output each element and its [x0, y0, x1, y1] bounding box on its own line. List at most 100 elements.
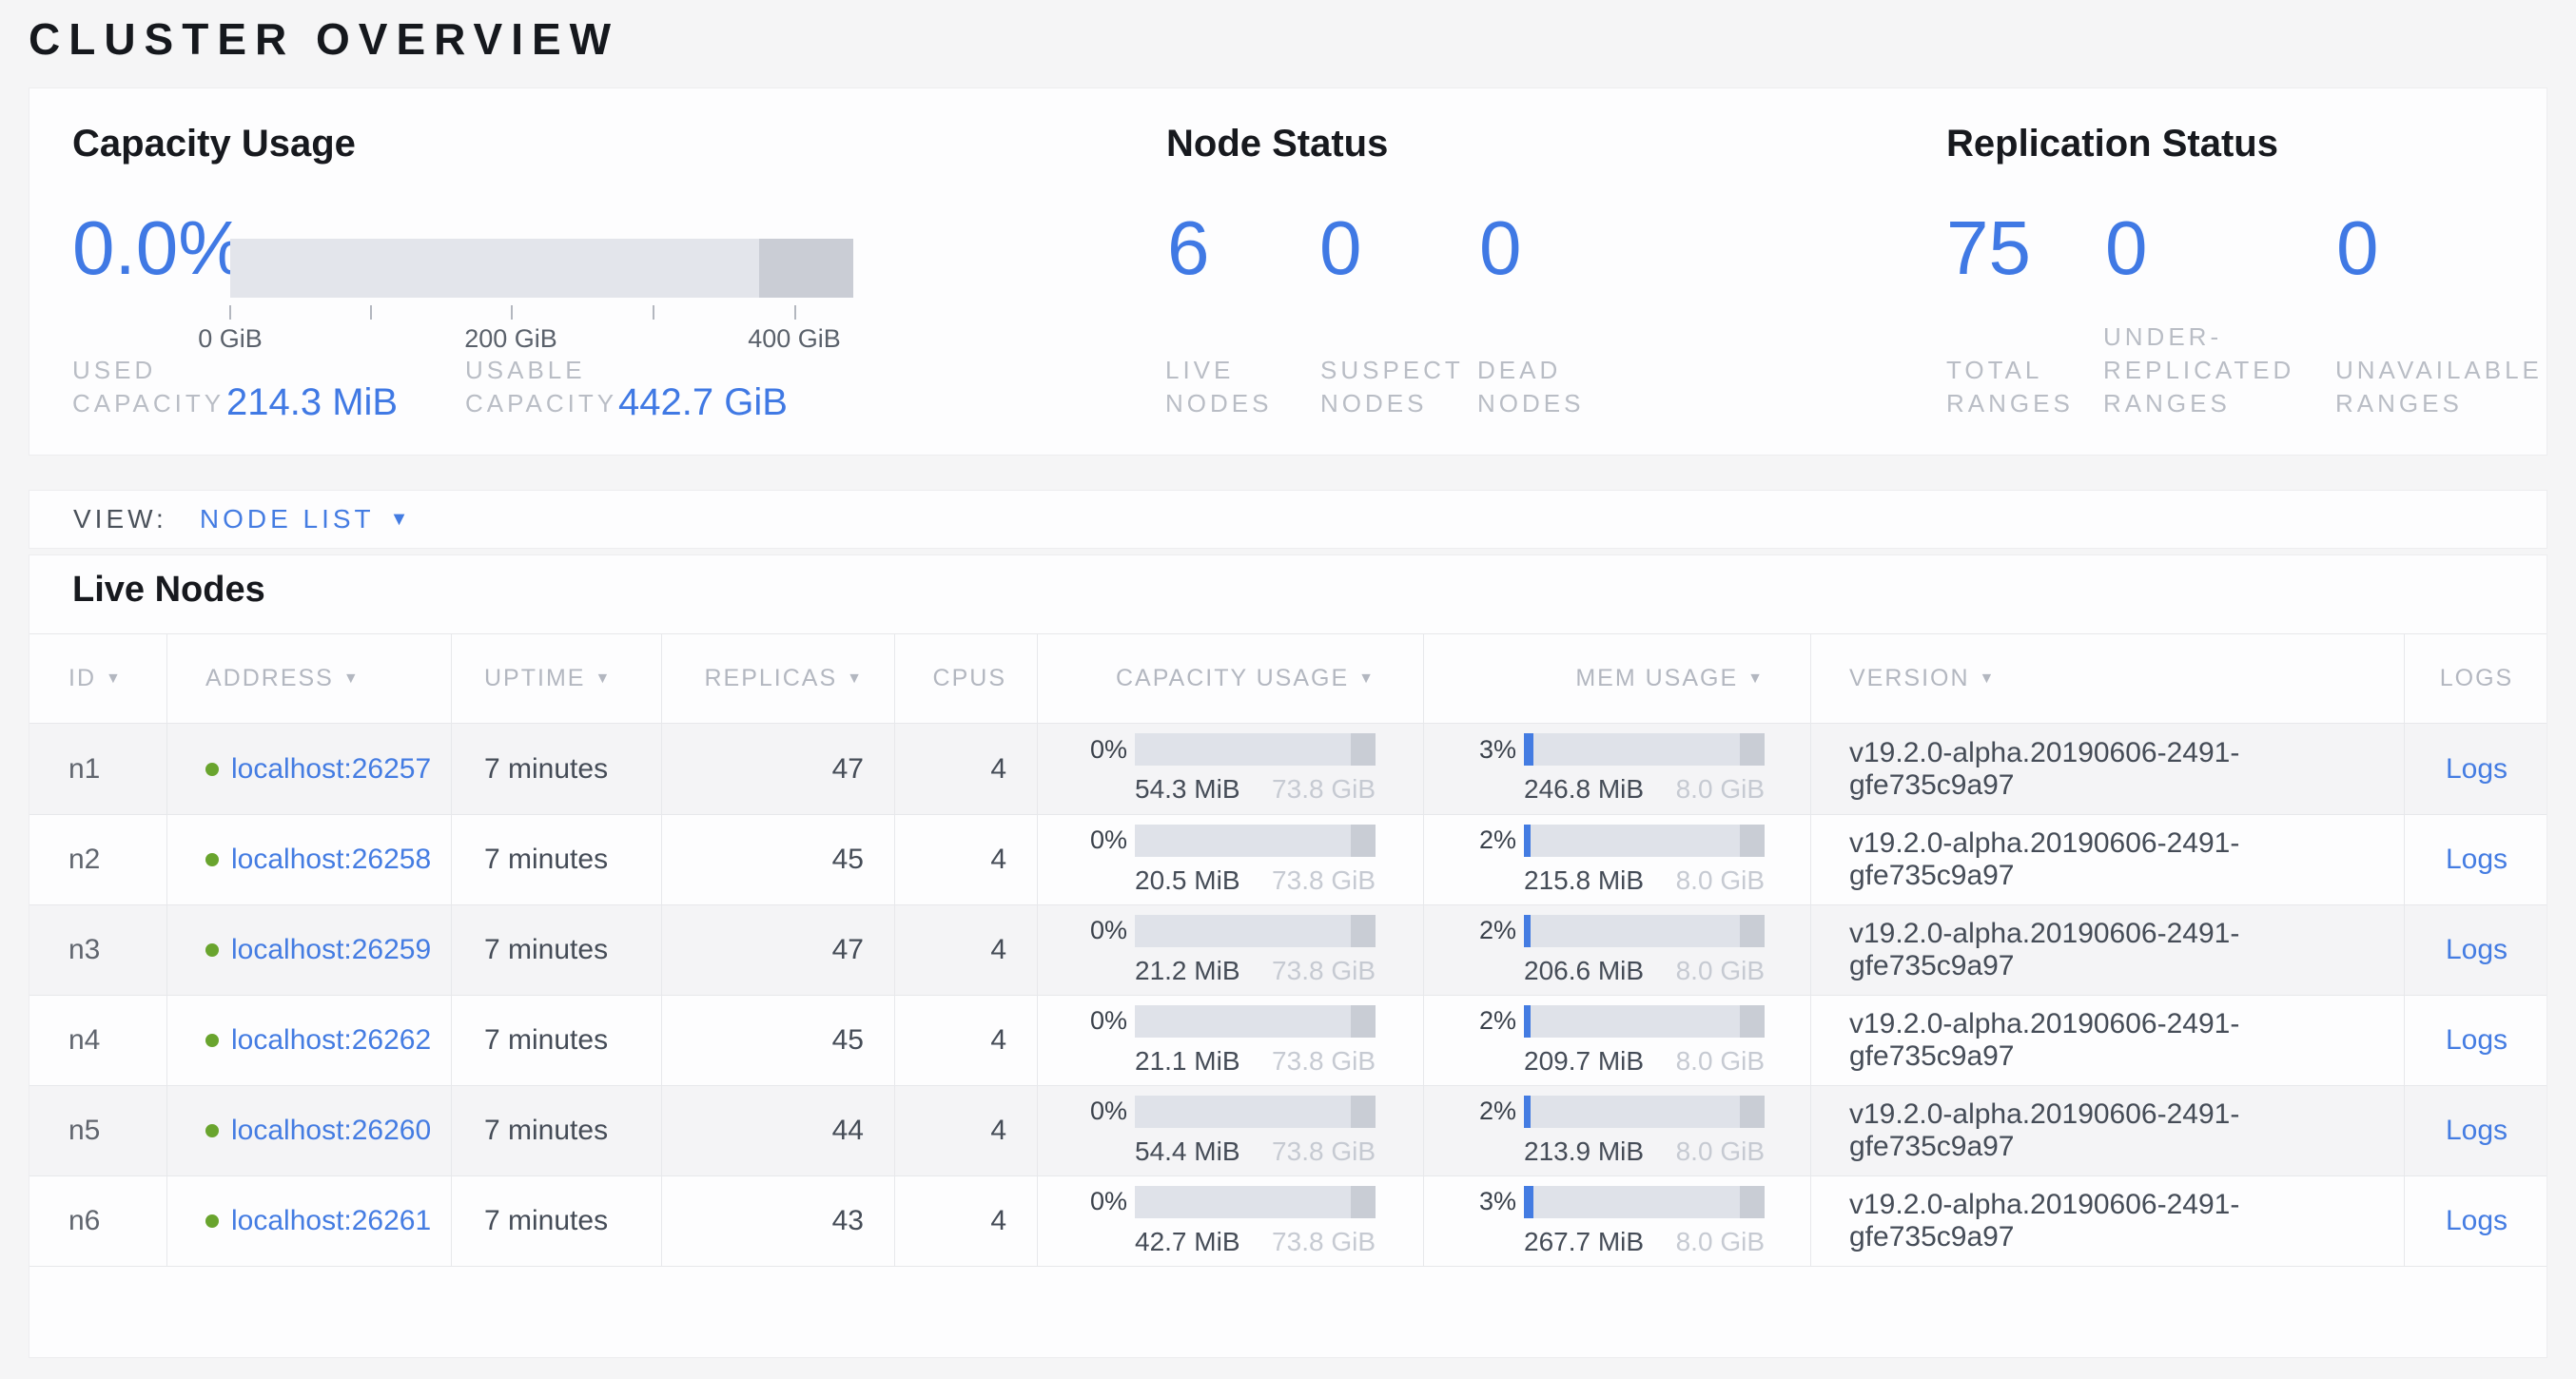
cell-cpus: 4 — [895, 724, 1038, 814]
cell-id: n5 — [29, 1086, 167, 1175]
cell-address: localhost:26258 — [167, 815, 452, 904]
node-status-title: Node Status — [1166, 123, 1388, 165]
column-header-capacity[interactable]: CAPACITY USAGE ▼ — [1038, 634, 1424, 723]
node-live-status-icon — [205, 943, 219, 957]
capacity-usage-percent: 0% — [1090, 1097, 1127, 1126]
column-header-memory[interactable]: MEM USAGE ▼ — [1424, 634, 1811, 723]
capacity-usage-bar — [1135, 915, 1376, 947]
capacity-usage-meter: 0%42.7 MiB73.8 GiB — [1090, 1186, 1376, 1257]
mem-usage-top: 2% — [1479, 825, 1765, 857]
sort-caret-icon: ▼ — [1980, 670, 1997, 688]
cell-address: localhost:26259 — [167, 905, 452, 995]
cell-version: v19.2.0-alpha.20190606-2491-gfe735c9a97 — [1811, 1176, 2405, 1266]
mem-total-value: 8.0 GiB — [1676, 1227, 1765, 1257]
dead-nodes-count: 0 — [1479, 210, 1522, 286]
cell-replicas: 44 — [662, 1086, 895, 1175]
logs-link[interactable]: Logs — [2446, 1205, 2508, 1237]
column-header-label: REPLICAS — [704, 665, 837, 692]
capacity-usage-percent: 0% — [1090, 735, 1127, 765]
capacity-usage-top: 0% — [1090, 1096, 1376, 1128]
gauge-tick — [370, 305, 372, 320]
cell-address: localhost:26261 — [167, 1176, 452, 1266]
cell-cpus: 4 — [895, 815, 1038, 904]
capacity-usage-reserved-segment — [1351, 1186, 1376, 1218]
column-header-id[interactable]: ID▼ — [29, 634, 167, 723]
gauge-tick-label: 0 GiB — [173, 324, 287, 354]
sort-caret-icon: ▼ — [1747, 670, 1765, 688]
address-link[interactable]: localhost:26262 — [231, 1024, 431, 1057]
usable-capacity-label: USABLECAPACITY — [465, 354, 617, 420]
address-link[interactable]: localhost:26257 — [231, 753, 431, 786]
cell-memory: 2%215.8 MiB8.0 GiB — [1424, 815, 1811, 904]
address-link[interactable]: localhost:26261 — [231, 1205, 431, 1237]
cell-capacity: 0%21.2 MiB73.8 GiB — [1038, 905, 1424, 995]
capacity-used-value: 21.2 MiB — [1135, 956, 1240, 986]
capacity-usage-values: 54.3 MiB73.8 GiB — [1135, 774, 1376, 805]
mem-total-value: 8.0 GiB — [1676, 774, 1765, 805]
cell-capacity: 0%42.7 MiB73.8 GiB — [1038, 1176, 1424, 1266]
logs-link[interactable]: Logs — [2446, 753, 2508, 786]
address-link[interactable]: localhost:26258 — [231, 844, 431, 876]
capacity-usage-values: 42.7 MiB73.8 GiB — [1135, 1227, 1376, 1257]
sort-caret-icon: ▼ — [1358, 670, 1376, 688]
mem-usage-bar — [1524, 825, 1765, 857]
column-header-label: MEM USAGE — [1575, 665, 1738, 692]
mem-usage-percent: 2% — [1479, 1097, 1516, 1126]
mem-usage-bar — [1524, 1096, 1765, 1128]
capacity-used-value: 54.4 MiB — [1135, 1136, 1240, 1167]
view-dropdown[interactable]: NODE LIST ▼ — [200, 504, 409, 534]
column-header-address[interactable]: ADDRESS▼ — [167, 634, 452, 723]
cell-logs: Logs — [2405, 1086, 2548, 1175]
mem-usage-meter: 3%267.7 MiB8.0 GiB — [1479, 1186, 1765, 1257]
logs-link[interactable]: Logs — [2446, 844, 2508, 876]
column-header-version[interactable]: VERSION▼ — [1811, 634, 2405, 723]
cell-address: localhost:26262 — [167, 996, 452, 1085]
cell-uptime: 7 minutes — [452, 996, 662, 1085]
mem-usage-top: 2% — [1479, 1096, 1765, 1128]
capacity-usage-percent: 0% — [1090, 1006, 1127, 1036]
capacity-used-value: 42.7 MiB — [1135, 1227, 1240, 1257]
column-header-replicas[interactable]: REPLICAS▼ — [662, 634, 895, 723]
cell-memory: 2%213.9 MiB8.0 GiB — [1424, 1086, 1811, 1175]
node-live-status-icon — [205, 1034, 219, 1047]
capacity-usage-reserved-segment — [1351, 1005, 1376, 1038]
view-dropdown-value[interactable]: NODE LIST — [200, 504, 375, 534]
address-link[interactable]: localhost:26259 — [231, 934, 431, 966]
capacity-usage-bar — [1135, 733, 1376, 766]
cell-replicas: 47 — [662, 905, 895, 995]
column-header-label: CPUS — [933, 665, 1006, 692]
mem-usage-values: 206.6 MiB8.0 GiB — [1524, 956, 1765, 986]
page-title: CLUSTER OVERVIEW — [29, 13, 619, 65]
dead-nodes-label: DEADNODES — [1477, 354, 1584, 420]
view-selector-bar: VIEW: NODE LIST ▼ — [29, 490, 2547, 549]
address-link[interactable]: localhost:26260 — [231, 1115, 431, 1147]
logs-link[interactable]: Logs — [2446, 934, 2508, 966]
logs-link[interactable]: Logs — [2446, 1115, 2508, 1147]
column-header-logs: LOGS — [2405, 634, 2548, 723]
node-live-status-icon — [205, 1214, 219, 1228]
cell-memory: 2%206.6 MiB8.0 GiB — [1424, 905, 1811, 995]
column-header-label: CAPACITY USAGE — [1116, 665, 1349, 692]
used-capacity-value: 214.3 MiB — [226, 381, 398, 424]
gauge-tick — [653, 305, 654, 320]
capacity-used-value: 54.3 MiB — [1135, 774, 1240, 805]
cell-capacity: 0% 54.3 MiB73.8 GiB — [1038, 724, 1424, 814]
capacity-used-percent: 0.0% — [72, 210, 245, 286]
total-ranges-count: 75 — [1946, 210, 2031, 286]
mem-usage-percent: 2% — [1479, 1006, 1516, 1036]
view-label: VIEW: — [73, 504, 167, 534]
column-header-uptime[interactable]: UPTIME▼ — [452, 634, 662, 723]
cell-replicas: 45 — [662, 996, 895, 1085]
gauge-tick-label: 400 GiB — [737, 324, 851, 354]
chevron-down-icon: ▼ — [390, 509, 409, 531]
cell-id: n3 — [29, 905, 167, 995]
mem-total-value: 8.0 GiB — [1676, 1046, 1765, 1077]
column-header-label: ID — [68, 665, 96, 692]
logs-link[interactable]: Logs — [2446, 1024, 2508, 1057]
mem-usage-reserved-segment — [1740, 1005, 1765, 1038]
cell-uptime: 7 minutes — [452, 724, 662, 814]
mem-usage-fill — [1524, 915, 1531, 947]
mem-usage-reserved-segment — [1740, 915, 1765, 947]
cell-version: v19.2.0-alpha.20190606-2491-gfe735c9a97 — [1811, 724, 2405, 814]
capacity-total-value: 73.8 GiB — [1272, 1046, 1376, 1077]
